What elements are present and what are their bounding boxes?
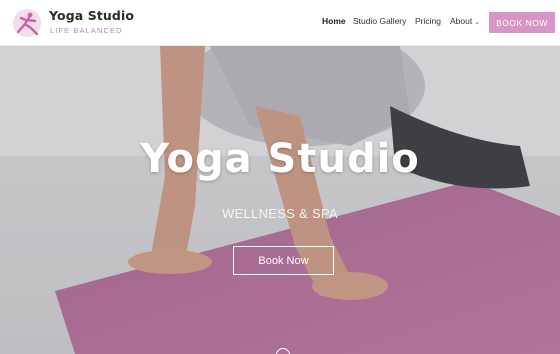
yoga-pose-logo-icon[interactable] xyxy=(12,8,42,38)
book-now-hero-button[interactable]: Book Now xyxy=(233,246,334,275)
nav-item-label: Home xyxy=(322,16,346,26)
hero-subtitle: WELLNESS & SPA xyxy=(222,206,338,221)
hero-title: Yoga Studio xyxy=(140,136,420,182)
brand-tagline: LIFE BALANCED xyxy=(50,26,123,35)
nav-item-about[interactable]: About ⌄ xyxy=(450,16,480,26)
site-header: Yoga Studio LIFE BALANCED Home Studio Ga… xyxy=(0,0,560,46)
nav-item-pricing[interactable]: Pricing xyxy=(415,16,441,26)
nav-item-home[interactable]: Home xyxy=(322,16,346,26)
hero-section: Yoga Studio WELLNESS & SPA Book Now xyxy=(0,46,560,354)
hero-overlay xyxy=(0,46,560,354)
book-now-nav-button[interactable]: BOOK NOW xyxy=(489,12,555,33)
nav-item-label: Pricing xyxy=(415,16,441,26)
chevron-down-icon: ⌄ xyxy=(474,19,481,26)
nav-item-label: About xyxy=(450,16,473,26)
nav-item-studio-gallery[interactable]: Studio Gallery xyxy=(353,16,406,26)
nav-item-label: Studio Gallery xyxy=(353,16,407,26)
brand-title[interactable]: Yoga Studio xyxy=(49,8,134,23)
